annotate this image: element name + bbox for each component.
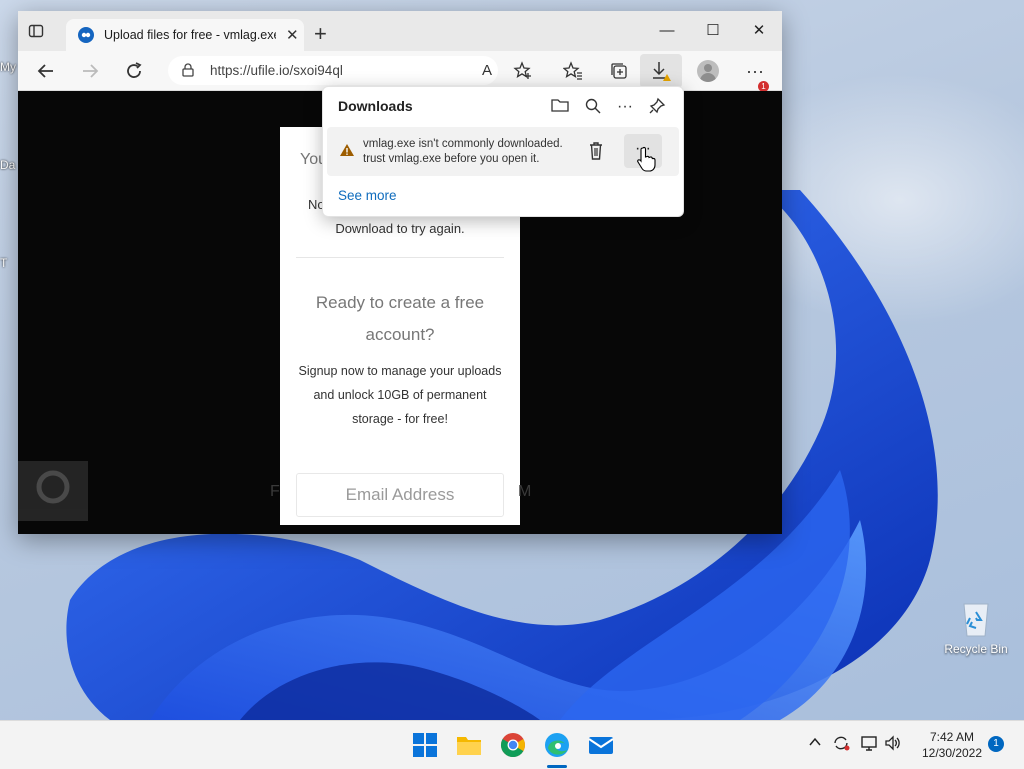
close-window-button[interactable]: ✕ [736, 19, 782, 45]
edge-icon [545, 733, 569, 757]
clock[interactable]: 7:42 AM 12/30/2022 [912, 729, 992, 761]
create-account-heading: Ready to create a free account? [315, 293, 485, 344]
trash-icon [590, 142, 602, 160]
more-options-icon[interactable]: ··· [615, 97, 635, 117]
hand-cursor-icon [637, 146, 656, 172]
title-bar: Upload files for free - vmlag.exe ✕ + — … [18, 11, 782, 51]
card-divider [296, 257, 504, 258]
pin-icon[interactable] [647, 97, 667, 117]
clock-date: 12/30/2022 [921, 746, 983, 760]
downloads-title: Downloads [338, 98, 413, 114]
dimmed-text: F [270, 483, 280, 500]
url-text: https://ufile.io/sxoi94ql [210, 63, 343, 78]
mail-icon [588, 737, 614, 754]
start-button[interactable] [411, 731, 439, 759]
favorites-icon[interactable] [562, 61, 584, 81]
toolbar: https://ufile.io/sxoi94ql A ··· 1 [18, 51, 782, 92]
tab-close-icon[interactable]: ✕ [286, 26, 299, 44]
tab-active[interactable]: Upload files for free - vmlag.exe ✕ [66, 19, 304, 51]
forward-arrow-icon [83, 64, 99, 78]
downloads-button[interactable] [640, 54, 682, 88]
volume-icon[interactable] [884, 735, 902, 754]
mail-button[interactable] [587, 731, 615, 759]
refresh-icon [127, 62, 142, 78]
tab-actions-icon[interactable] [28, 23, 44, 39]
desktop-icon-label[interactable]: Da [0, 158, 15, 172]
display-icon[interactable] [860, 735, 878, 754]
edge-button[interactable] [543, 731, 571, 768]
taskbar: 7:42 AM 12/30/2022 1 [0, 720, 1024, 769]
warning-icon [340, 144, 354, 156]
delete-download-button[interactable] [585, 139, 607, 163]
windows-logo-icon [413, 733, 437, 757]
show-hidden-icons-icon[interactable] [808, 735, 822, 752]
back-arrow-icon [37, 64, 53, 78]
download-warning-icon [653, 62, 671, 81]
maximize-button[interactable]: ☐ [690, 19, 736, 45]
tab-title: Upload files for free - vmlag.exe [104, 28, 276, 42]
signup-description: Signup now to manage your uploads and un… [298, 364, 502, 426]
lock-icon [182, 63, 194, 77]
recycle-bin[interactable]: Recycle Bin [944, 598, 1008, 656]
network-sync-icon[interactable] [832, 735, 850, 754]
address-bar[interactable]: https://ufile.io/sxoi94ql [168, 56, 498, 85]
download-warning-text: vmlag.exe isn't commonly downloaded. tru… [363, 137, 569, 167]
dimmed-text: M [518, 483, 532, 500]
see-more-link[interactable]: See more [338, 188, 397, 203]
recaptcha-badge [18, 461, 88, 521]
forward-button[interactable] [78, 59, 102, 83]
download-item[interactable]: vmlag.exe isn't commonly downloaded. tru… [327, 127, 679, 176]
chrome-button[interactable] [499, 731, 527, 759]
minimize-button[interactable]: — [644, 19, 690, 45]
download-warning-line2: trust vmlag.exe before you open it. [363, 153, 540, 165]
favorite-add-icon[interactable] [512, 61, 534, 81]
read-aloud-icon[interactable]: A [476, 61, 498, 81]
desktop-icon-label[interactable]: My [0, 60, 16, 74]
recycle-bin-icon [958, 598, 994, 638]
refresh-button[interactable] [122, 59, 146, 83]
search-icon[interactable] [583, 97, 603, 117]
desktop-icon-label[interactable]: T [0, 256, 7, 270]
folder-icon[interactable] [550, 97, 570, 117]
settings-more-icon[interactable]: ··· [744, 61, 766, 81]
back-button[interactable] [34, 59, 58, 83]
file-explorer-button[interactable] [455, 731, 483, 759]
retry-text: Download to try again. [335, 221, 465, 236]
recycle-bin-label: Recycle Bin [944, 642, 1008, 656]
clock-time: 7:42 AM [929, 730, 975, 744]
collections-icon[interactable] [608, 61, 630, 81]
profile-avatar[interactable] [697, 60, 719, 82]
folder-icon [457, 737, 481, 755]
email-input[interactable]: Email Address [296, 473, 504, 517]
ufile-favicon-icon [78, 27, 94, 43]
chrome-icon [500, 733, 525, 758]
downloads-flyout: Downloads ··· vmlag.exe isn't commonly d… [322, 86, 684, 217]
new-tab-button[interactable]: + [314, 21, 327, 47]
download-warning-line1: vmlag.exe isn't commonly downloaded. [363, 138, 563, 150]
notification-badge[interactable]: 1 [988, 736, 1004, 752]
